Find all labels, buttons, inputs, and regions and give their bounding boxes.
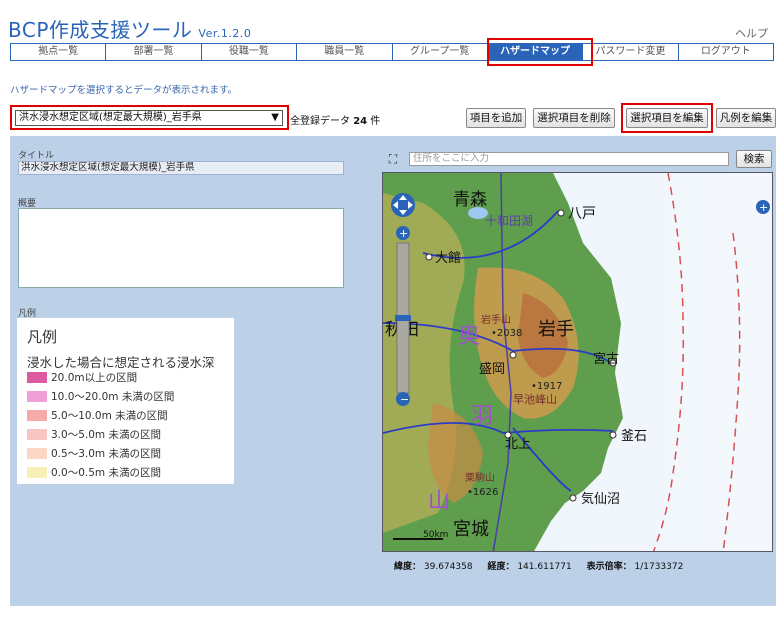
city-marker <box>425 253 433 261</box>
place-label: 羽 <box>471 404 493 429</box>
app-title: BCP作成支援ツール Ver.1.2.0 <box>8 14 251 43</box>
edit-legend-button[interactable]: 凡例を編集 <box>716 108 776 128</box>
place-label: 十和田湖 <box>485 213 533 228</box>
nav-item-locations[interactable]: 拠点一覧 <box>10 43 107 61</box>
edit-item-button[interactable]: 選択項目を編集 <box>626 108 708 128</box>
legend-heading: 凡例 <box>27 328 58 346</box>
zoom-control[interactable]: + − <box>395 226 411 406</box>
legend-swatch <box>27 467 47 478</box>
nav-item-hazard-map[interactable]: ハザードマップ <box>487 43 584 61</box>
place-label: 盛岡 <box>479 362 505 377</box>
place-label: 気仙沼 <box>581 491 620 507</box>
nav-item-groups[interactable]: グループ一覧 <box>392 43 488 61</box>
zoom-level-value: 1/1733372 <box>634 562 684 572</box>
city-marker <box>569 494 577 502</box>
chevron-down-icon: ▼ <box>271 112 279 123</box>
lat-value: 39.674358 <box>423 562 473 572</box>
city-marker <box>557 209 565 217</box>
lng-label: 経度： <box>487 562 515 572</box>
record-count-unit: 件 <box>370 116 381 127</box>
place-label: 釜石 <box>621 429 647 444</box>
title-field[interactable]: 洪水浸水想定区域(想定最大規模)_岩手県 <box>18 161 344 175</box>
place-label: 宮城 <box>453 519 489 540</box>
legend-item: 0.0～0.5m 未満の区間 <box>27 466 161 479</box>
instruction-text: ハザードマップを選択するとデータが表示されます。 <box>10 85 238 96</box>
map-canvas[interactable]: 青森 十和田湖 八戸 大館 秋田 岩手山 岩手 •2038 盛岡 宮古 •191… <box>383 173 773 552</box>
place-label: 栗駒山 <box>465 472 495 484</box>
app-name: BCP作成支援ツール <box>8 18 193 42</box>
record-count-value: 24 <box>353 116 368 127</box>
address-search-input[interactable]: 住所をここに入力 <box>409 152 729 166</box>
legend-item-label: 20.0m以上の区間 <box>51 372 138 384</box>
place-label: 八戸 <box>568 206 596 222</box>
zoom-slider-handle[interactable] <box>395 315 411 321</box>
legend-item-label: 0.0～0.5m 未満の区間 <box>51 467 161 479</box>
place-label: 岩手山 <box>481 313 511 326</box>
legend-item: 20.0m以上の区間 <box>27 371 137 384</box>
legend-item-label: 10.0～20.0m 未満の区間 <box>51 391 175 403</box>
legend-subtitle: 浸水した場合に想定される浸水深 <box>27 355 215 370</box>
place-label: 山 <box>428 489 450 514</box>
city-marker <box>509 351 517 359</box>
legend-swatch <box>27 391 47 402</box>
nav-item-departments[interactable]: 部署一覧 <box>106 43 202 61</box>
main-nav: 拠点一覧 部署一覧 役職一覧 職員一覧 グループ一覧 ハザードマップ パスワード… <box>10 43 774 61</box>
add-item-button[interactable]: 項目を追加 <box>466 108 526 128</box>
summary-textarea[interactable] <box>18 208 344 288</box>
legend-item: 10.0～20.0m 未満の区間 <box>27 390 174 403</box>
legend-item: 5.0～10.0m 未満の区間 <box>27 409 168 422</box>
place-label: 北上 <box>505 437 531 452</box>
lng-value: 141.611771 <box>517 562 572 572</box>
nav-item-staff[interactable]: 職員一覧 <box>297 43 393 61</box>
help-link[interactable]: ヘルプ <box>735 25 768 41</box>
legend-item: 0.5～3.0m 未満の区間 <box>27 447 161 460</box>
legend-swatch <box>27 372 47 383</box>
hazard-map-select-value: 洪水浸水想定区域(想定最大規模)_岩手県 <box>19 112 202 123</box>
place-label: 岩手 <box>538 319 574 340</box>
fullscreen-icon[interactable]: ⛶ <box>386 152 400 166</box>
legend-swatch <box>27 429 47 440</box>
nav-item-logout[interactable]: ログアウト <box>678 43 774 61</box>
zoom-in-glyph: + <box>399 227 408 240</box>
place-label: 青森 <box>453 190 487 210</box>
record-count: 全登録データ 24 件 <box>290 112 380 127</box>
legend-item-label: 0.5～3.0m 未満の区間 <box>51 448 161 460</box>
pan-control[interactable] <box>391 193 415 217</box>
map-view[interactable]: 青森 十和田湖 八戸 大館 秋田 岩手山 岩手 •2038 盛岡 宮古 •191… <box>382 172 773 552</box>
place-label: •1626 <box>467 487 498 498</box>
place-label: •2038 <box>491 328 522 339</box>
layer-switcher-glyph: + <box>759 201 768 214</box>
city-marker <box>609 431 617 439</box>
map-search-button[interactable]: 検索 <box>736 150 772 168</box>
place-label: 宮古 <box>593 351 619 367</box>
hazard-map-select[interactable]: 洪水浸水想定区域(想定最大規模)_岩手県 ▼ <box>15 110 283 126</box>
map-coordinates: 緯度： 39.674358 経度： 141.611771 表示倍率： 1/173… <box>394 559 695 572</box>
nav-item-positions[interactable]: 役職一覧 <box>201 43 298 61</box>
legend-item-label: 5.0～10.0m 未満の区間 <box>51 410 168 422</box>
legend-swatch <box>27 410 47 421</box>
legend-swatch <box>27 448 47 459</box>
lat-label: 緯度： <box>394 562 422 572</box>
scale-label: 50km <box>423 530 448 540</box>
place-label: 早池峰山 <box>513 393 557 406</box>
nav-item-password[interactable]: パスワード変更 <box>583 43 679 61</box>
legend-image: 凡例 浸水した場合に想定される浸水深 20.0m以上の区間 10.0～20.0m… <box>17 318 234 484</box>
zoom-out-glyph: − <box>400 393 409 406</box>
place-label: •1917 <box>531 381 562 392</box>
legend-item: 3.0～5.0m 未満の区間 <box>27 428 161 441</box>
zoom-level-label: 表示倍率： <box>586 562 632 572</box>
title-label: タイトル <box>18 151 55 161</box>
place-label: 大館 <box>435 251 461 266</box>
app-version: Ver.1.2.0 <box>198 27 252 40</box>
record-count-label: 全登録データ <box>290 116 350 127</box>
legend-item-label: 3.0～5.0m 未満の区間 <box>51 429 161 441</box>
delete-item-button[interactable]: 選択項目を削除 <box>533 108 615 128</box>
place-label: 奥 <box>458 324 480 349</box>
